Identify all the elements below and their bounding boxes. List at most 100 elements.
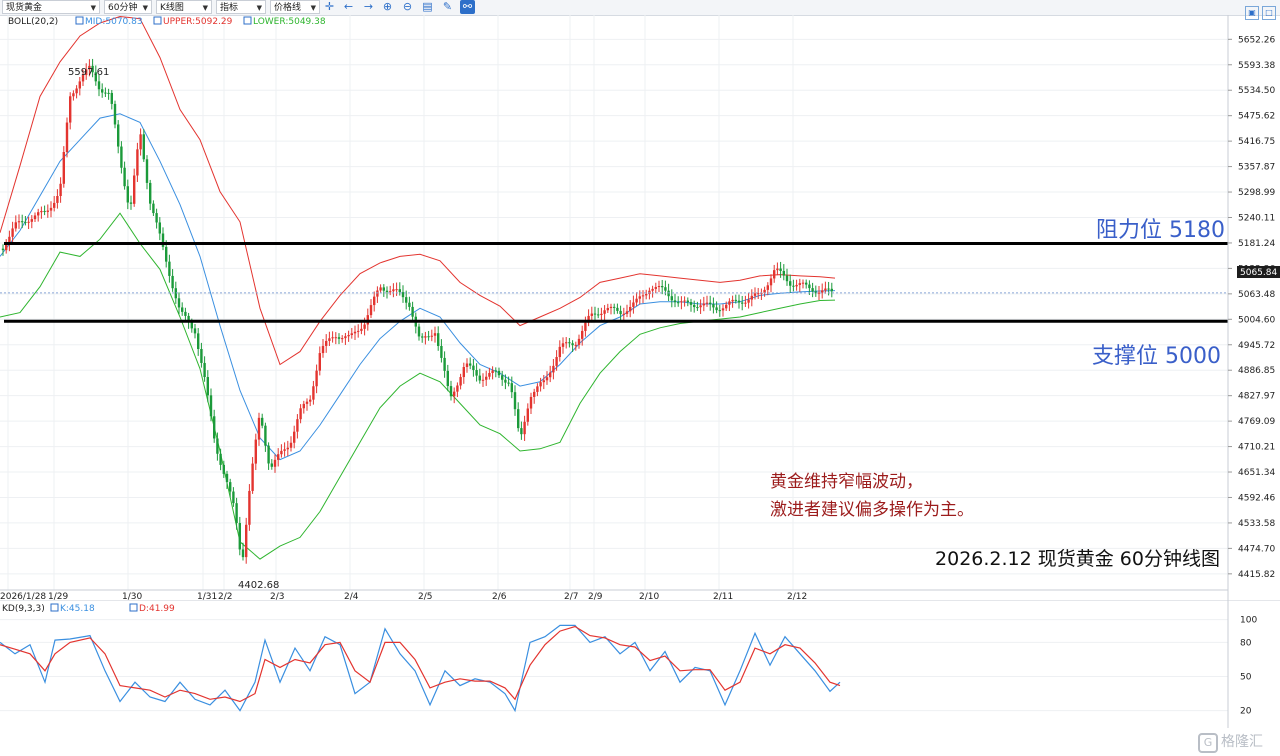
symbol-select[interactable]: 现货黄金 ▼ [2, 0, 100, 14]
candle-body [773, 270, 776, 279]
candle-body [705, 302, 709, 304]
candle-body [638, 296, 641, 299]
price-tick-label: 4945.72 [1238, 341, 1275, 351]
candle-body [753, 293, 757, 296]
candle-body [350, 333, 353, 336]
link-icon[interactable]: ⚯ [460, 0, 475, 14]
candle-body [440, 345, 443, 358]
price-tick-label: 4886.85 [1238, 366, 1275, 376]
zoom-out-icon[interactable]: ⊖ [400, 0, 415, 14]
candle-body [789, 281, 792, 286]
candle-body [123, 167, 126, 187]
candle-body [385, 290, 389, 293]
candle-body [805, 282, 808, 285]
mid-legend-checkbox[interactable] [75, 16, 84, 25]
price-line-select[interactable]: 价格线 ▼ [270, 0, 320, 14]
chart-caption: 2026.2.12 现货黄金 60分钟线图 [935, 548, 1220, 570]
candle-body [1, 248, 5, 251]
k-legend-checkbox[interactable] [50, 603, 59, 612]
date-tick-label: 1/31 [197, 592, 217, 600]
candle-body [408, 302, 411, 307]
period-select[interactable]: 60分钟 ▼ [104, 0, 152, 14]
candle-body [785, 275, 789, 282]
candle-body [821, 290, 824, 293]
kd-indicator-chart: 100 80 50 20 KD(9,3,3) K:45.18 D:41.99 [0, 600, 1280, 728]
candle-body [632, 302, 635, 307]
d-line [0, 625, 841, 703]
candle-body [446, 370, 449, 387]
candle-body [517, 409, 520, 429]
candle-body [379, 287, 382, 291]
candle-body [718, 310, 721, 312]
candle-body [264, 425, 267, 446]
zoom-in-icon[interactable]: ⊕ [380, 0, 395, 14]
date-tick-label: 1/29 [48, 592, 68, 600]
chart-type-label: K线图 [160, 3, 184, 13]
candle-body [449, 386, 453, 397]
candle-body [49, 207, 53, 211]
price-tick-label: 5004.60 [1238, 315, 1275, 325]
crosshair-icon[interactable]: ✛ [322, 0, 337, 14]
chart-type-select[interactable]: K线图 ▼ [156, 0, 212, 14]
candle-body [725, 304, 728, 309]
candle-body [699, 305, 702, 308]
candle-body [603, 310, 606, 314]
candle-body [747, 299, 750, 303]
window-controls: ▣ □ [1242, 0, 1276, 20]
candle-body [542, 380, 545, 383]
candle-body [40, 210, 43, 213]
candle-body [693, 304, 696, 308]
price-tick-label: 5475.62 [1238, 112, 1275, 122]
kd-axis: 100 80 50 20 [1227, 600, 1257, 728]
kd-tick-label: 100 [1240, 616, 1257, 626]
candle-body [257, 417, 261, 440]
candle-body [149, 182, 152, 204]
arrow-right-icon[interactable]: → [361, 0, 376, 14]
candle-body [801, 282, 805, 284]
arrow-left-icon[interactable]: ← [341, 0, 356, 14]
indicator-select[interactable]: 指标 ▼ [216, 0, 266, 14]
candle-body [731, 299, 734, 302]
candle-body [520, 428, 523, 435]
candle-body [312, 386, 315, 400]
watermark: G 格隆汇 [1198, 731, 1263, 753]
candle-body [341, 338, 344, 340]
candle-body [360, 328, 363, 331]
candle-body [17, 221, 21, 223]
draw-pen-icon[interactable]: ✎ [440, 0, 455, 14]
candle-body [443, 357, 446, 371]
kd-tick-label: 50 [1240, 673, 1252, 683]
price-axis: 5652.26 5593.38 5534.50 5475.62 5416.75 5357.… [1227, 15, 1275, 600]
chevron-down-icon: ▼ [142, 4, 148, 12]
candle-body [507, 382, 510, 384]
high-price-label: 5597.61 [68, 67, 109, 78]
kd-tick-label: 80 [1240, 638, 1252, 648]
price-tick-label: 4533.58 [1238, 519, 1275, 529]
candle-body [270, 463, 273, 467]
candle-body [651, 288, 654, 291]
candle-body [702, 303, 705, 306]
candle-body [686, 300, 689, 303]
candle-body [235, 503, 238, 524]
candle-body [145, 159, 149, 183]
chart-settings-icon[interactable]: ▤ [420, 0, 435, 14]
candle-body [581, 330, 584, 339]
candle-body [328, 338, 331, 341]
candle-body [315, 370, 318, 387]
candle-body [427, 336, 430, 338]
candle-body [513, 392, 517, 410]
candle-body [577, 338, 581, 345]
candle-body [97, 81, 101, 90]
candle-body [334, 337, 337, 339]
lower-legend-checkbox[interactable] [243, 16, 252, 25]
upper-legend-checkbox[interactable] [153, 16, 162, 25]
candle-body [200, 348, 203, 363]
upper-legend: UPPER:5092.29 [163, 17, 233, 27]
candle-body [657, 286, 661, 288]
chevron-down-icon: ▼ [310, 4, 316, 12]
candle-body [561, 343, 565, 347]
candle-body [677, 302, 680, 304]
price-tick-label: 5357.87 [1238, 163, 1275, 173]
d-legend-checkbox[interactable] [129, 603, 138, 612]
candle-body [641, 295, 645, 297]
